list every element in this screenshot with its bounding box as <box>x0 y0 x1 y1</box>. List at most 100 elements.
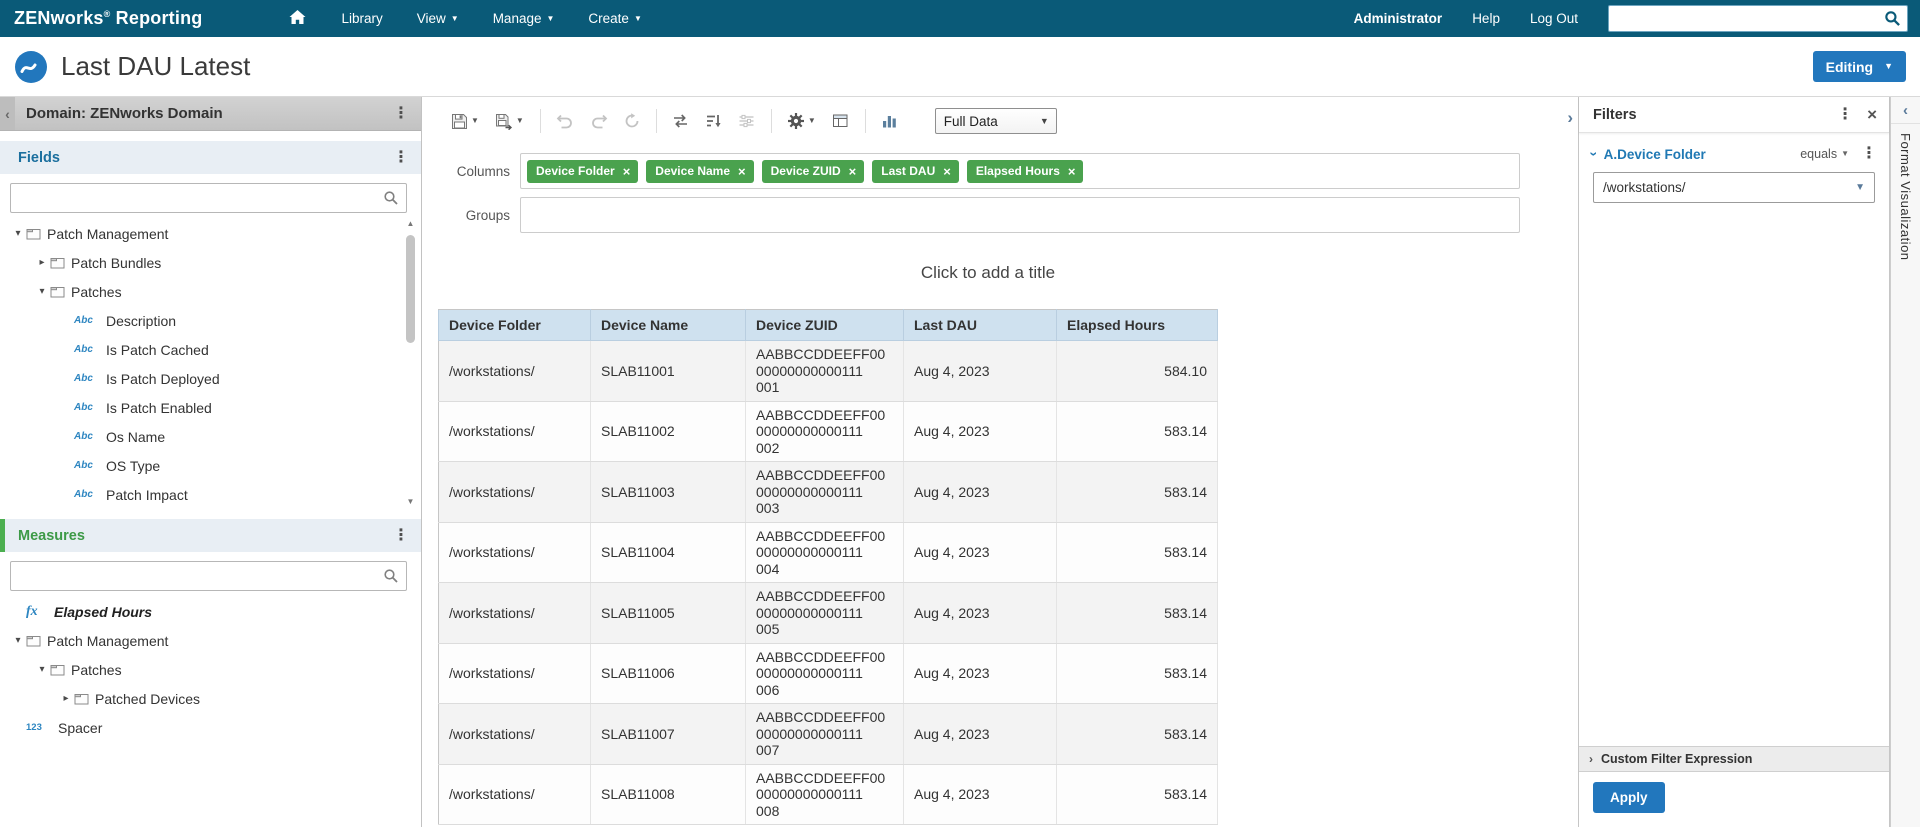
cell-zuid: AABBCCDDEEFF00 00000000000111 006 <box>746 643 904 704</box>
collapse-expander-icon[interactable]: ▾ <box>10 635 26 646</box>
adhoc-editor-canvas: ▼▼▼ Full Data ▼ Columns Device Folder×De… <box>422 97 1578 827</box>
filters-close-icon[interactable]: × <box>1867 106 1877 123</box>
settings-button[interactable]: ▼ <box>782 108 821 134</box>
chip-remove-icon[interactable]: × <box>1068 165 1076 178</box>
folder-icon <box>50 256 65 269</box>
fields-scrollbar[interactable]: ▲ ▼ <box>403 217 418 509</box>
cell-num: 583.14 <box>1057 401 1218 462</box>
collapse-expander-icon[interactable]: ▾ <box>10 228 26 239</box>
measures-search-input[interactable] <box>10 561 407 591</box>
filter-expand-icon[interactable]: › <box>1587 152 1601 157</box>
sort-fields-button[interactable] <box>700 109 727 133</box>
nav-view[interactable]: View▼ <box>417 11 459 26</box>
abc-icon: Abc <box>74 344 100 355</box>
collapse-expander-icon[interactable]: ▾ <box>34 664 50 675</box>
tree-item-os-type[interactable]: AbcOS Type <box>0 451 401 480</box>
filter-value: /workstations/ <box>1603 180 1686 195</box>
search-icon[interactable] <box>383 568 399 589</box>
chip-remove-icon[interactable]: × <box>849 165 857 178</box>
field-chip[interactable]: Device Folder× <box>527 160 638 183</box>
logout-link[interactable]: Log Out <box>1530 11 1578 26</box>
nav-create[interactable]: Create▼ <box>588 11 641 26</box>
table-body: /workstations/SLAB11001AABBCCDDEEFF00 00… <box>439 341 1218 825</box>
filters-menu-icon[interactable]: ⋮ <box>1837 107 1853 123</box>
tree-item-is-patch-cached[interactable]: Abc Is Patch Cached <box>0 335 401 364</box>
data-details-button[interactable] <box>827 109 854 133</box>
column-header[interactable]: Device Folder <box>439 310 591 341</box>
column-header[interactable]: Elapsed Hours <box>1057 310 1218 341</box>
domain-menu-icon[interactable]: ⋮ <box>393 106 409 122</box>
tree-item-patch-impact[interactable]: AbcPatch Impact <box>0 480 401 509</box>
filter-menu-icon[interactable]: ⋮ <box>1861 146 1877 162</box>
field-chip[interactable]: Device ZUID× <box>762 160 865 183</box>
save-button[interactable]: ▼ <box>446 109 484 134</box>
collapse-expander-icon[interactable]: ▾ <box>34 286 50 297</box>
nav-manage[interactable]: Manage▼ <box>493 11 555 26</box>
table-row: /workstations/SLAB11007AABBCCDDEEFF00 00… <box>439 704 1218 765</box>
tree-item-os-name[interactable]: AbcOs Name <box>0 422 401 451</box>
search-icon[interactable] <box>383 190 399 211</box>
tree-item-elapsed-hours[interactable]: fxElapsed Hours <box>0 597 421 626</box>
view-mode-select[interactable]: Full Data ▼ <box>935 108 1057 134</box>
cell-name: SLAB11002 <box>591 401 746 462</box>
format-visualization-tab[interactable]: Format Visualization <box>1898 133 1913 261</box>
expand-expander-icon[interactable]: ▸ <box>58 693 74 704</box>
editing-button[interactable]: Editing ▼ <box>1813 51 1906 82</box>
column-header[interactable]: Device Name <box>591 310 746 341</box>
filters-panel-collapse-icon[interactable]: › <box>1567 109 1573 126</box>
table-row: /workstations/SLAB11004AABBCCDDEEFF00 00… <box>439 522 1218 583</box>
settings-icon <box>787 112 805 130</box>
report-title-placeholder[interactable]: Click to add a title <box>438 263 1538 283</box>
save-as-button[interactable]: ▼ <box>490 109 529 134</box>
expand-expander-icon[interactable]: ▸ <box>34 257 50 268</box>
format-panel-expand-icon[interactable]: ‹ <box>1891 97 1920 124</box>
chip-remove-icon[interactable]: × <box>623 165 631 178</box>
tree-item-is-patch-deployed[interactable]: AbcIs Patch Deployed <box>0 364 401 393</box>
scroll-up-icon[interactable]: ▲ <box>403 217 418 231</box>
columns-row: Columns Device Folder×Device Name×Device… <box>434 153 1520 189</box>
tree-item-description[interactable]: AbcDescription <box>0 306 401 335</box>
field-chip[interactable]: Device Name× <box>646 160 753 183</box>
columns-drop-zone[interactable]: Device Folder× Device Name× Device ZUID× La… <box>520 153 1520 189</box>
table-row: /workstations/SLAB11001AABBCCDDEEFF00 00… <box>439 341 1218 402</box>
scroll-down-icon[interactable]: ▼ <box>403 495 418 509</box>
chip-remove-icon[interactable]: × <box>738 165 746 178</box>
field-chip[interactable]: Last DAU× <box>872 160 959 183</box>
tree-item-patched-devices[interactable]: ▸Patched Devices <box>0 684 421 713</box>
fields-search-input[interactable] <box>10 183 407 213</box>
tree-item-label: Is Patch Cached <box>106 342 209 358</box>
search-icon[interactable] <box>1884 10 1901 27</box>
field-chip[interactable]: Elapsed Hours× <box>967 160 1084 183</box>
filter-field-name[interactable]: A.Device Folder <box>1604 147 1706 162</box>
column-header[interactable]: Device ZUID <box>746 310 904 341</box>
chart-types-icon <box>881 113 898 129</box>
nav-library[interactable]: Library <box>341 11 382 26</box>
tree-item-patches[interactable]: ▾Patches <box>0 277 401 306</box>
chart-types-button[interactable] <box>876 109 903 133</box>
filter-operator-select[interactable]: equals ▼ <box>1800 147 1849 161</box>
switch-group-button[interactable] <box>667 109 694 133</box>
tree-item-is-patch-enabled[interactable]: AbcIs Patch Enabled <box>0 393 401 422</box>
filter-value-select[interactable]: /workstations/ ▼ <box>1593 172 1875 203</box>
custom-filter-expression-toggle[interactable]: › Custom Filter Expression <box>1579 746 1889 772</box>
chip-remove-icon[interactable]: × <box>943 165 951 178</box>
chevron-right-icon: › <box>1589 752 1593 766</box>
tree-item-patch-management[interactable]: ▾Patch Management <box>0 219 401 248</box>
tree-item-patch-management[interactable]: ▾Patch Management <box>0 626 421 655</box>
cell-dau: Aug 4, 2023 <box>904 401 1057 462</box>
global-search-input[interactable] <box>1617 10 1884 27</box>
column-header[interactable]: Last DAU <box>904 310 1057 341</box>
apply-button[interactable]: Apply <box>1593 782 1665 813</box>
tree-item-patch-bundles[interactable]: ▸Patch Bundles <box>0 248 401 277</box>
groups-drop-zone[interactable] <box>520 197 1520 233</box>
undo-all-button <box>619 109 645 133</box>
tree-item-spacer[interactable]: 123Spacer <box>0 713 421 742</box>
home-button[interactable] <box>288 9 307 28</box>
tree-item-patches[interactable]: ▾Patches <box>0 655 421 684</box>
sidebar-collapse-icon[interactable]: ‹ <box>0 97 15 130</box>
input-controls-icon <box>738 113 755 129</box>
measures-menu-icon[interactable]: ⋮ <box>393 528 409 544</box>
scrollbar-thumb[interactable] <box>406 235 415 343</box>
fields-menu-icon[interactable]: ⋮ <box>393 150 409 166</box>
help-link[interactable]: Help <box>1472 11 1500 26</box>
